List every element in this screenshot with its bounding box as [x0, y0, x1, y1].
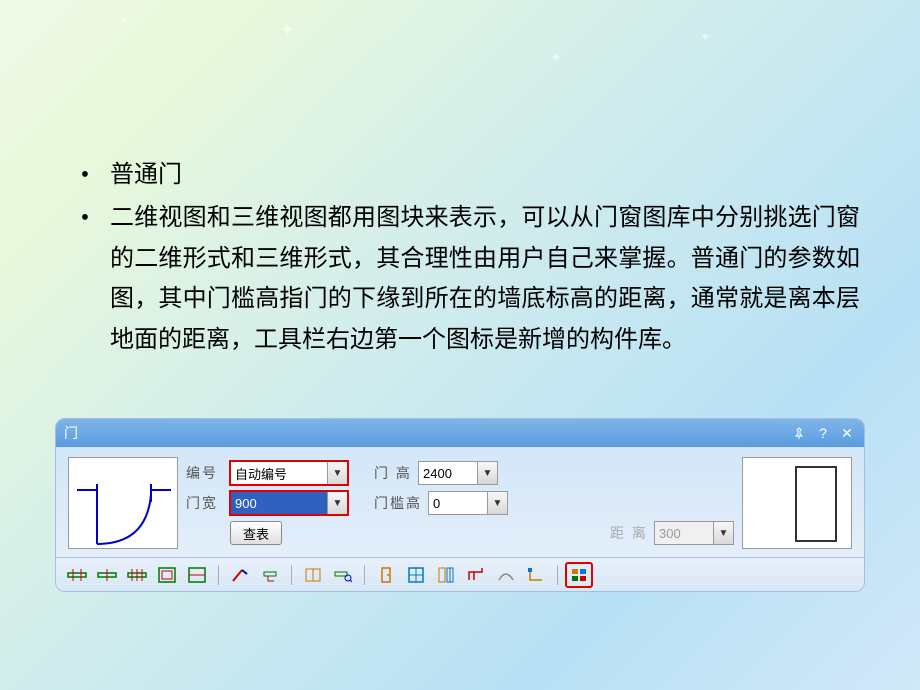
tool-open-icon[interactable] — [463, 563, 489, 587]
bullet-mark: • — [60, 198, 110, 361]
tool-door-icon[interactable] — [373, 563, 399, 587]
door-2d-preview[interactable] — [68, 457, 178, 549]
sill-combo[interactable]: ▼ — [428, 491, 508, 515]
help-icon[interactable]: ? — [814, 424, 832, 442]
tool-insert-2-icon[interactable] — [94, 563, 120, 587]
toolbar-separator — [291, 565, 292, 585]
tool-insert-1-icon[interactable] — [64, 563, 90, 587]
chevron-down-icon[interactable]: ▼ — [327, 462, 347, 484]
decoration-spark: ✦ — [120, 15, 128, 26]
distance-label: 距 离 — [610, 523, 648, 543]
bullet-paragraph: 二维视图和三维视图都用图块来表示，可以从门窗图库中分别挑选门窗的二维形式和三维形… — [110, 198, 860, 361]
decoration-spark: ✦ — [550, 50, 562, 67]
lookup-button[interactable]: 查表 — [230, 521, 282, 545]
toolbar-separator — [218, 565, 219, 585]
tool-corner-icon[interactable] — [523, 563, 549, 587]
decoration-spark: ✦ — [700, 30, 710, 45]
height-combo[interactable]: ▼ — [418, 461, 498, 485]
door-dialog: 门 ? ✕ 编号 ▼ 门 高 — [55, 418, 865, 592]
width-combo[interactable]: ▼ — [230, 491, 348, 515]
chevron-down-icon[interactable]: ▼ — [327, 492, 347, 514]
width-input[interactable] — [231, 492, 327, 514]
chevron-down-icon[interactable]: ▼ — [477, 462, 497, 484]
number-input[interactable] — [231, 462, 327, 484]
sill-input[interactable] — [429, 492, 487, 514]
distance-input — [655, 522, 713, 544]
tool-frame-1-icon[interactable] — [154, 563, 180, 587]
number-label: 编号 — [186, 463, 224, 483]
distance-combo: ▼ — [654, 521, 734, 545]
toolbar-separator — [364, 565, 365, 585]
tool-window-grid-icon[interactable] — [300, 563, 326, 587]
width-label: 门宽 — [186, 493, 224, 513]
door-toolbar — [56, 557, 864, 591]
tool-edit-2-icon[interactable] — [257, 563, 283, 587]
tool-edit-1-icon[interactable] — [227, 563, 253, 587]
toolbar-separator — [557, 565, 558, 585]
decoration-spark: ✦ — [280, 20, 295, 41]
pin-icon[interactable] — [790, 424, 808, 442]
dialog-title-text: 门 — [64, 423, 784, 443]
slide-content: • 普通门 • 二维视图和三维视图都用图块来表示，可以从门窗图库中分别挑选门窗的… — [0, 0, 920, 383]
sill-label: 门槛高 — [374, 493, 422, 513]
tool-component-lib-icon[interactable] — [566, 563, 592, 587]
tool-door-window-icon[interactable] — [433, 563, 459, 587]
bullet-mark: • — [60, 155, 110, 196]
bullet-title: 普通门 — [110, 155, 860, 196]
chevron-down-icon: ▼ — [713, 522, 733, 544]
number-combo[interactable]: ▼ — [230, 461, 348, 485]
height-label: 门 高 — [374, 463, 412, 483]
dialog-titlebar[interactable]: 门 ? ✕ — [56, 419, 864, 447]
tool-window-icon[interactable] — [403, 563, 429, 587]
door-3d-preview[interactable] — [742, 457, 852, 549]
tool-search-icon[interactable] — [330, 563, 356, 587]
tool-insert-3-icon[interactable] — [124, 563, 150, 587]
close-icon[interactable]: ✕ — [838, 424, 856, 442]
tool-frame-2-icon[interactable] — [184, 563, 210, 587]
tool-arc-icon[interactable] — [493, 563, 519, 587]
height-input[interactable] — [419, 462, 477, 484]
chevron-down-icon[interactable]: ▼ — [487, 492, 507, 514]
